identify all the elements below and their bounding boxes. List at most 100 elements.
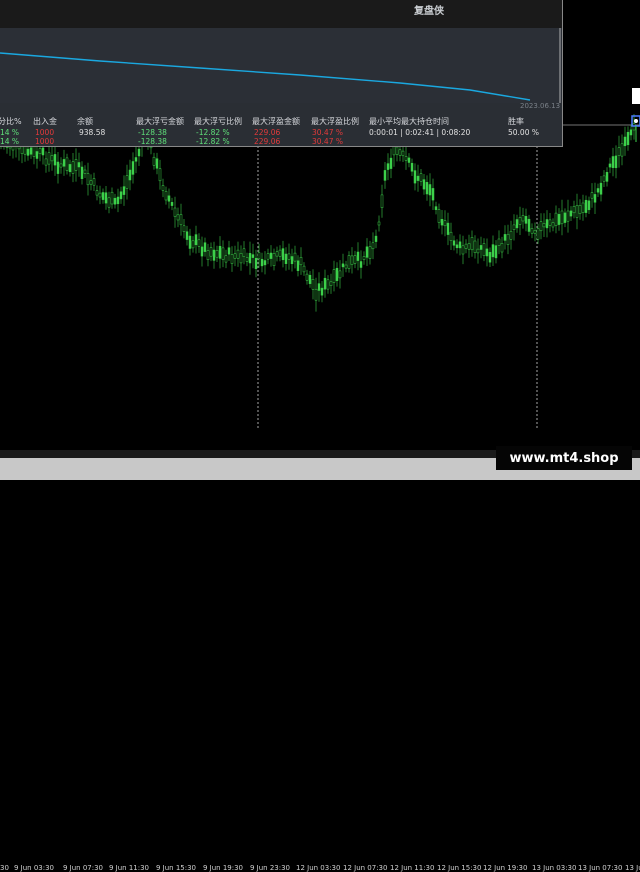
candle-body <box>584 199 588 213</box>
watermark: www.mt4.shop <box>496 446 632 470</box>
candle-body <box>440 219 444 226</box>
candle-body <box>524 216 528 224</box>
candle-body <box>242 248 246 257</box>
candle-body <box>383 170 387 181</box>
candle-body <box>602 175 606 182</box>
candle-body <box>581 202 585 213</box>
candle-body <box>617 147 621 156</box>
candle-body <box>434 206 438 210</box>
candle-body <box>218 245 222 259</box>
candle-body <box>74 159 78 171</box>
time-tick: 13 Jun 11:30 <box>625 864 640 872</box>
candle-body <box>263 260 267 266</box>
header-max-float-loss: 最大浮亏金额 <box>136 117 184 126</box>
candle-body <box>398 149 402 156</box>
candle-body <box>470 237 474 251</box>
candle-body <box>386 163 390 170</box>
candle-body <box>26 148 30 156</box>
candle-body <box>575 205 579 218</box>
candle-body <box>518 217 522 225</box>
candle-body <box>614 155 618 169</box>
candle-body <box>284 253 288 264</box>
candle-body <box>305 273 309 281</box>
candle-body <box>50 155 54 162</box>
candle-body <box>98 192 102 198</box>
candle-body <box>113 197 117 205</box>
candle-body <box>164 191 168 201</box>
candle-body <box>65 157 69 171</box>
candle-body <box>515 219 519 229</box>
candle-body <box>194 234 198 246</box>
time-tick: 9 Jun 23:30 <box>250 864 291 872</box>
header-hold-time: 最小平均最大持仓时间 <box>369 117 449 126</box>
candle-body <box>101 192 105 200</box>
candle-body <box>416 175 420 181</box>
candle-body <box>569 210 573 217</box>
candle-body <box>365 246 369 258</box>
candle-body <box>179 214 183 226</box>
candle-body <box>608 163 612 168</box>
candle-body <box>104 192 108 204</box>
candle-body <box>314 288 318 301</box>
header-max-float-loss-ratio: 最大浮亏比例 <box>194 117 242 126</box>
candle-body <box>224 255 228 263</box>
panel-top-bar <box>0 0 562 28</box>
candle-body <box>38 148 42 154</box>
candle-body <box>455 244 459 249</box>
candle-body <box>260 258 264 267</box>
candle-body <box>128 169 132 181</box>
candle-body <box>329 281 333 286</box>
candle-body <box>317 283 321 291</box>
candle-body <box>389 157 393 169</box>
candle-body <box>212 249 216 261</box>
candle-body <box>251 254 255 258</box>
candle-body <box>539 221 543 232</box>
candle-body <box>380 194 384 208</box>
header-max-float-profit: 最大浮盈金额 <box>252 117 300 126</box>
row1-ratio: 14 % <box>0 128 20 137</box>
equity-date-label: 2023.06.13 <box>520 102 561 110</box>
candle-body <box>170 202 174 206</box>
row1-max-float-profit-ratio: 30.47 % <box>312 128 343 137</box>
candle-body <box>188 235 192 249</box>
candle-body <box>278 249 282 257</box>
candle-body <box>245 257 249 262</box>
candle-body <box>299 257 303 266</box>
candle-body <box>587 200 591 211</box>
candle-body <box>293 252 297 262</box>
time-tick: 9 Jun 19:30 <box>203 864 244 872</box>
candle-body <box>167 195 171 202</box>
candle-body <box>374 235 378 242</box>
candle-body <box>407 157 411 163</box>
candle-body <box>281 248 285 261</box>
candle-body <box>530 228 534 234</box>
candle-body <box>461 245 465 255</box>
candle-body <box>59 163 63 168</box>
candle-body <box>248 253 252 264</box>
candle-body <box>467 243 471 250</box>
candle-body <box>476 248 480 254</box>
candle-body <box>161 185 165 191</box>
candle-body <box>215 250 219 258</box>
candle-body <box>473 240 477 253</box>
position-marker-icon[interactable] <box>629 84 640 144</box>
candle-body <box>182 225 186 232</box>
candle-body <box>173 207 177 217</box>
candle-body <box>230 254 234 264</box>
candle-body <box>596 188 600 193</box>
candle-body <box>35 151 39 159</box>
candle-body <box>221 247 225 260</box>
candle-body <box>200 246 204 257</box>
candle-body <box>227 247 231 255</box>
candle-body <box>107 197 111 208</box>
candle-body <box>308 274 312 284</box>
candle-body <box>257 252 261 260</box>
candle-body <box>500 243 504 253</box>
candle-body <box>254 257 258 269</box>
candle-body <box>326 279 330 290</box>
candle-body <box>332 269 336 283</box>
candle-body <box>557 214 561 225</box>
equity-plot <box>0 28 562 103</box>
candle-body <box>86 173 90 186</box>
candle-body <box>29 147 33 155</box>
